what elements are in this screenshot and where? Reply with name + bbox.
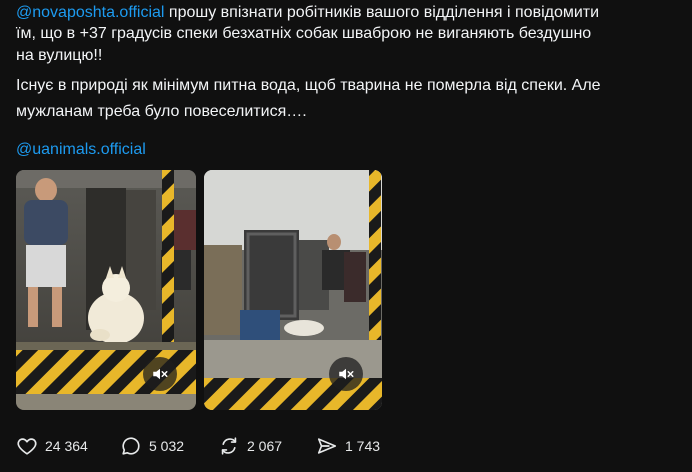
share-button[interactable]: 1 743 bbox=[316, 432, 380, 460]
mute-toggle-button[interactable] bbox=[143, 357, 177, 391]
reply-count: 5 032 bbox=[149, 438, 185, 454]
comment-icon bbox=[122, 437, 140, 455]
video-thumbnail-2[interactable] bbox=[204, 170, 382, 410]
speaker-muted-icon bbox=[153, 368, 168, 380]
like-count: 24 364 bbox=[45, 438, 88, 454]
post-text-span: прошу впізнати робітників вашого відділе… bbox=[164, 4, 600, 21]
post-text-line: @uanimals.official bbox=[16, 139, 146, 160]
post-text-line: @novaposhta.official прошу впізнати робі… bbox=[16, 2, 599, 23]
share-count: 1 743 bbox=[345, 438, 381, 454]
mention-link-novaposhta[interactable]: @novaposhta.official bbox=[16, 4, 164, 21]
speaker-muted-icon bbox=[339, 368, 354, 380]
repost-button[interactable]: 2 067 bbox=[218, 432, 282, 460]
mention-link-uanimals[interactable]: @uanimals.official bbox=[16, 141, 146, 158]
send-icon bbox=[317, 438, 337, 454]
post-text-line: на вулицю!! bbox=[16, 47, 103, 64]
media-gallery bbox=[16, 170, 386, 410]
heart-icon bbox=[17, 438, 37, 455]
post-actions-bar: 24 364 5 032 2 067 1 743 bbox=[16, 432, 436, 460]
like-button[interactable]: 24 364 bbox=[16, 432, 88, 460]
post-text-line: їм, що в +37 градусів спеки безхатніх со… bbox=[16, 25, 592, 42]
post-text-line: мужланам треба було повеселитися…. bbox=[16, 103, 307, 120]
reply-button[interactable]: 5 032 bbox=[120, 432, 184, 460]
mute-toggle-button[interactable] bbox=[329, 357, 363, 391]
post-text-line: Існує в природі як мінімум питна вода, щ… bbox=[16, 77, 601, 94]
video-thumbnail-1[interactable] bbox=[16, 170, 196, 410]
repost-icon bbox=[221, 437, 237, 455]
repost-count: 2 067 bbox=[247, 438, 283, 454]
